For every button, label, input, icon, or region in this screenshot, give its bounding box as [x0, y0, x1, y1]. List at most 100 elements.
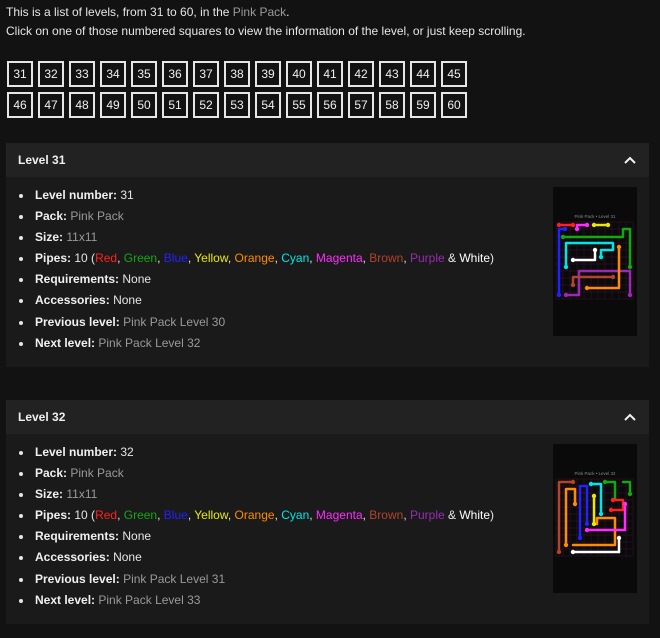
pipe-purple: Purple	[409, 508, 445, 523]
level-44-button[interactable]: 44	[410, 61, 436, 87]
size-label: Size:	[35, 230, 64, 245]
level-32-button[interactable]: 32	[38, 61, 64, 87]
size-item: Size: 11x11	[33, 484, 494, 505]
level-53-button[interactable]: 53	[224, 92, 250, 118]
accessories-label: Accessories:	[35, 550, 110, 565]
level-31-button[interactable]: 31	[7, 61, 33, 87]
level-32-panel: Level 32 Level number: 32 Pack: Pink Pac…	[6, 400, 649, 624]
level-49-button[interactable]: 49	[100, 92, 126, 118]
pipe-magenta: Magenta	[315, 251, 363, 266]
pipe-orange: Orange	[234, 251, 275, 266]
pipes-label: Pipes:	[35, 508, 72, 523]
level-52-button[interactable]: 52	[193, 92, 219, 118]
next-level-item: Next level: Pink Pack Level 32	[33, 333, 494, 354]
pipe-brown: Brown	[369, 508, 404, 523]
level-47-button[interactable]: 47	[38, 92, 64, 118]
level-48-button[interactable]: 48	[69, 92, 95, 118]
level-56-button[interactable]: 56	[317, 92, 343, 118]
next-level-link[interactable]: Pink Pack Level 32	[98, 336, 200, 350]
pipes-item: Pipes: 10 (Red, Green, Blue, Yellow, Ora…	[33, 505, 494, 526]
requirements-item: Requirements: None	[33, 526, 494, 547]
pack-item: Pack: Pink Pack	[33, 206, 494, 227]
pipe-white: White	[459, 508, 491, 523]
level-40-button[interactable]: 40	[286, 61, 312, 87]
level-grid-row-1: 31 32 33 34 35 36 37 38 39 40 41 42 43 4…	[7, 61, 467, 87]
level-number-value: 31	[120, 188, 134, 202]
pack-link[interactable]: Pink Pack	[70, 466, 123, 480]
pipe-blue: Blue	[163, 508, 188, 523]
accessories-item: Accessories: None	[33, 547, 494, 568]
intro-line-1: This is a list of levels, from 31 to 60,…	[6, 3, 526, 22]
level-43-button[interactable]: 43	[379, 61, 405, 87]
level-32-details-list: Level number: 32 Pack: Pink Pack Size: 1…	[6, 442, 494, 611]
next-level-label: Next level:	[35, 335, 96, 350]
level-31-panel-title: Level 31	[18, 153, 66, 167]
requirements-label: Requirements:	[35, 529, 120, 544]
accessories-label: Accessories:	[35, 293, 110, 308]
pipe-yellow: Yellow	[194, 508, 228, 523]
level-32-thumbnail: Pink Pack • Level 32	[553, 444, 637, 593]
level-46-button[interactable]: 46	[7, 92, 33, 118]
size-value: 11x11	[66, 487, 98, 502]
pack-link[interactable]: Pink Pack	[70, 209, 123, 223]
level-number-label: Level number:	[35, 188, 118, 202]
level-58-button[interactable]: 58	[379, 92, 405, 118]
previous-level-label: Previous level:	[35, 314, 120, 329]
level-36-button[interactable]: 36	[162, 61, 188, 87]
level-31-panel-body: Level number: 31 Pack: Pink Pack Size: 1…	[6, 177, 649, 367]
level-51-button[interactable]: 51	[162, 92, 188, 118]
level-42-button[interactable]: 42	[348, 61, 374, 87]
level-59-button[interactable]: 59	[410, 92, 436, 118]
next-level-item: Next level: Pink Pack Level 33	[33, 590, 494, 611]
level-31-details-list: Level number: 31 Pack: Pink Pack Size: 1…	[6, 185, 494, 354]
level-32-panel-header[interactable]: Level 32	[6, 400, 649, 434]
next-level-link[interactable]: Pink Pack Level 33	[98, 593, 200, 607]
level-60-button[interactable]: 60	[441, 92, 467, 118]
pink-pack-link[interactable]: Pink Pack	[233, 5, 286, 19]
size-item: Size: 11x11	[33, 227, 494, 248]
level-35-button[interactable]: 35	[131, 61, 157, 87]
level-34-button[interactable]: 34	[100, 61, 126, 87]
previous-level-item: Previous level: Pink Pack Level 30	[33, 312, 494, 333]
level-number-item: Level number: 31	[33, 185, 494, 206]
thumbnail-caption: Pink Pack • Level 32	[574, 471, 616, 476]
thumbnail-caption: Pink Pack • Level 31	[574, 214, 616, 219]
previous-level-label: Previous level:	[35, 571, 120, 586]
level-38-button[interactable]: 38	[224, 61, 250, 87]
size-value: 11x11	[66, 230, 98, 245]
previous-level-item: Previous level: Pink Pack Level 31	[33, 569, 494, 590]
level-41-button[interactable]: 41	[317, 61, 343, 87]
requirements-value: None	[122, 272, 152, 287]
previous-level-link[interactable]: Pink Pack Level 30	[123, 315, 225, 329]
level-number-label: Level number:	[35, 445, 118, 459]
chevron-up-icon[interactable]	[623, 153, 637, 167]
previous-level-link[interactable]: Pink Pack Level 31	[123, 572, 225, 586]
requirements-item: Requirements: None	[33, 269, 494, 290]
level-45-button[interactable]: 45	[441, 61, 467, 87]
pack-label: Pack:	[35, 466, 68, 481]
pipe-purple: Purple	[409, 251, 445, 266]
pipe-brown: Brown	[369, 251, 404, 266]
pipe-red: Red	[95, 251, 118, 266]
level-number-value: 32	[120, 445, 134, 459]
level-57-button[interactable]: 57	[348, 92, 374, 118]
pack-item: Pack: Pink Pack	[33, 463, 494, 484]
level-32-panel-body: Level number: 32 Pack: Pink Pack Size: 1…	[6, 434, 649, 624]
level-39-button[interactable]: 39	[255, 61, 281, 87]
level-54-button[interactable]: 54	[255, 92, 281, 118]
accessories-value: None	[113, 293, 142, 308]
pipes-label: Pipes:	[35, 251, 72, 266]
level-33-button[interactable]: 33	[69, 61, 95, 87]
pipe-green: Green	[123, 508, 158, 523]
intro-text: This is a list of levels, from 31 to 60,…	[6, 3, 526, 41]
pipe-magenta: Magenta	[315, 508, 363, 523]
pack-label: Pack:	[35, 209, 68, 224]
level-31-panel-header[interactable]: Level 31	[6, 143, 649, 177]
pipe-green: Green	[123, 251, 158, 266]
chevron-up-icon[interactable]	[623, 410, 637, 424]
level-50-button[interactable]: 50	[131, 92, 157, 118]
pipe-cyan: Cyan	[281, 508, 310, 523]
level-37-button[interactable]: 37	[193, 61, 219, 87]
intro-line-1-suffix: .	[286, 5, 290, 19]
level-55-button[interactable]: 55	[286, 92, 312, 118]
